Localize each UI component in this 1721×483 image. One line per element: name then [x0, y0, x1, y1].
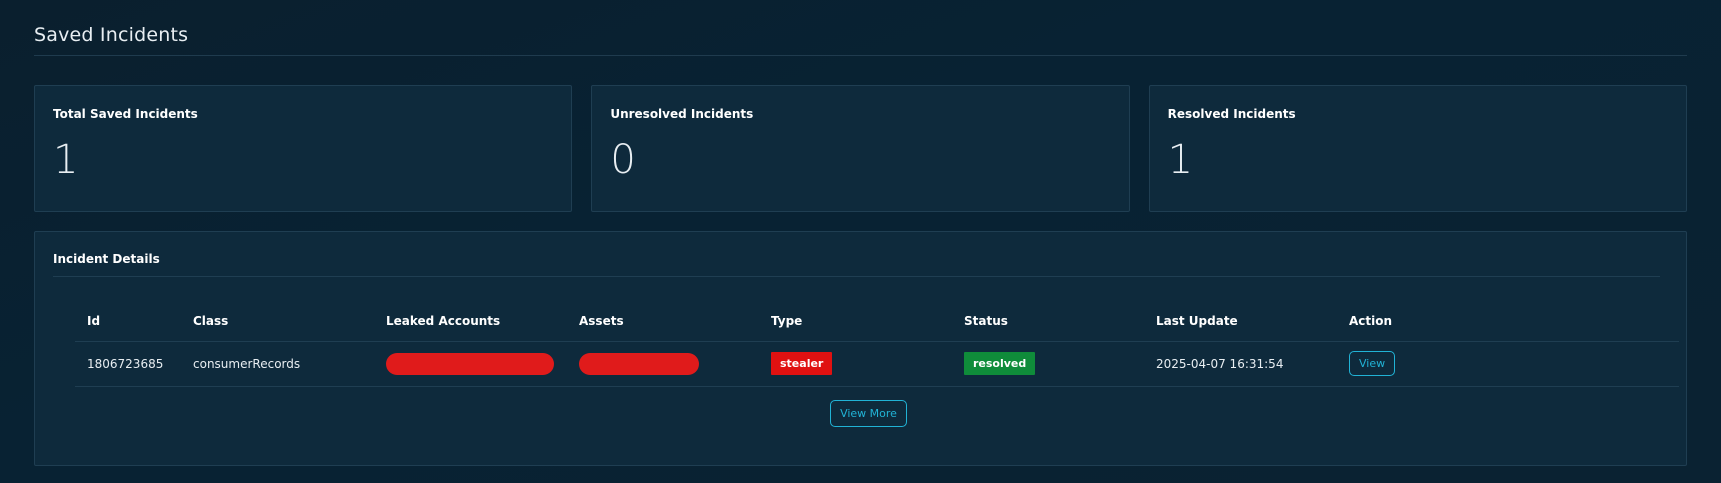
cell-status: resolved [952, 341, 1144, 387]
view-more-container: View More [53, 399, 1668, 427]
card-label: Total Saved Incidents [53, 107, 198, 121]
column-header-action: Action [1337, 302, 1679, 342]
incident-details-panel: Incident Details Id Class Leaked Account… [34, 231, 1687, 466]
redaction-mark [579, 352, 699, 375]
saved-incidents-page: Saved Incidents Total Saved Incidents 1 … [0, 0, 1721, 483]
summary-cards: Total Saved Incidents 1 Unresolved Incid… [34, 85, 1687, 212]
column-header-last-update: Last Update [1144, 302, 1337, 342]
incidents-table: Id Class Leaked Accounts Assets Type Sta… [75, 302, 1679, 387]
column-header-type: Type [759, 302, 952, 342]
details-header: Incident Details [53, 232, 1660, 277]
cell-id: 1806723685 [75, 341, 181, 387]
view-button[interactable]: View [1349, 351, 1396, 376]
redaction-mark [386, 352, 554, 375]
cell-last-update: 2025-04-07 16:31:54 [1144, 341, 1337, 387]
cell-class: consumerRecords [181, 341, 374, 387]
cell-type: stealer [759, 341, 952, 387]
details-title: Incident Details [53, 252, 160, 266]
card-value: 1 [1167, 137, 1194, 183]
cell-assets [567, 341, 759, 387]
view-more-button[interactable]: View More [830, 399, 907, 427]
card-unresolved: Unresolved Incidents 0 [591, 85, 1130, 212]
type-badge: stealer [771, 352, 833, 375]
column-header-assets: Assets [567, 302, 759, 342]
card-label: Unresolved Incidents [610, 107, 754, 121]
page-title: Saved Incidents [34, 24, 189, 46]
column-header-class: Class [181, 302, 374, 342]
card-total-saved: Total Saved Incidents 1 [34, 85, 573, 212]
column-header-leaked-accounts: Leaked Accounts [374, 302, 567, 342]
cell-leaked-accounts [374, 341, 567, 387]
card-label: Resolved Incidents [1167, 107, 1296, 121]
card-value: 1 [53, 137, 79, 183]
page-header: Saved Incidents [34, 0, 1687, 56]
card-resolved: Resolved Incidents 1 [1148, 85, 1687, 212]
column-header-id: Id [75, 302, 181, 342]
table-header-row: Id Class Leaked Accounts Assets Type Sta… [75, 302, 1679, 342]
card-value: 0 [610, 137, 636, 183]
table-row: 1806723685 consumerRecords stealer resol… [75, 341, 1679, 387]
cell-action: View [1337, 341, 1679, 387]
column-header-status: Status [952, 302, 1144, 342]
status-badge: resolved [964, 352, 1036, 375]
